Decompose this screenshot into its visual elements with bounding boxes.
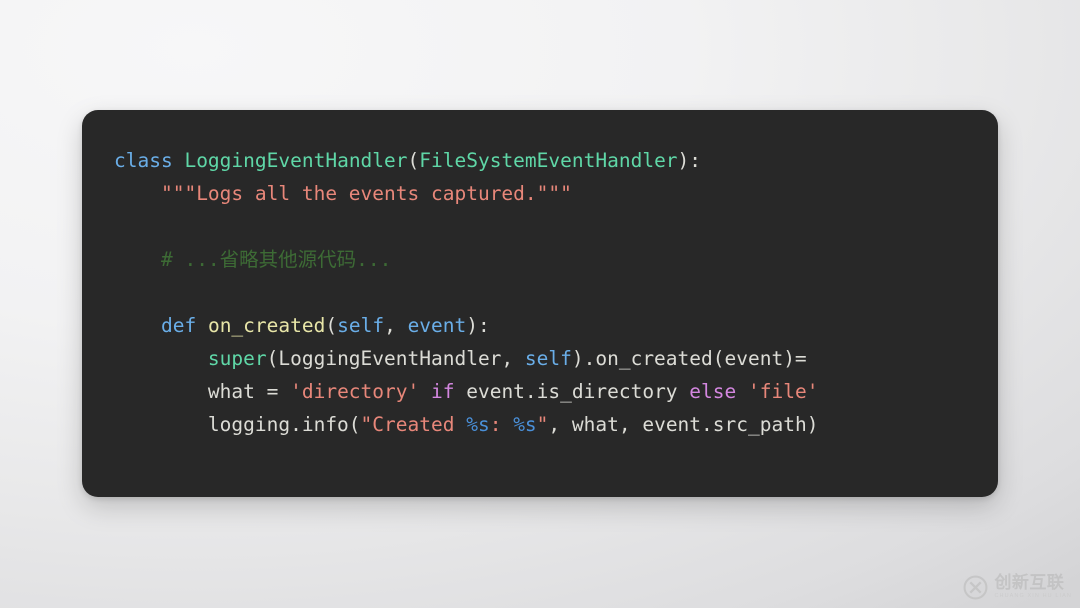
watermark-text-group: 创新互联 CHUANG XIN HU LIAN <box>994 575 1072 600</box>
code-token-plain: ): <box>677 149 702 172</box>
code-line: def on_created(self, event): <box>114 309 980 342</box>
code-snippet-card: class LoggingEventHandler(FileSystemEven… <box>82 110 998 497</box>
code-line: super(LoggingEventHandler, self).on_crea… <box>114 342 980 375</box>
code-token-fn: on_created <box>207 314 326 337</box>
code-line: # ...省略其他源代码... <box>114 243 980 276</box>
code-token-str: """Logs all the events captured.""" <box>160 182 572 205</box>
code-token-op: else <box>689 380 737 403</box>
code-token-str: " <box>536 413 549 436</box>
code-token-cls: super <box>207 347 267 370</box>
code-token-plain: , what, event.src_path) <box>548 413 819 436</box>
circle-x-logo-icon <box>963 575 988 600</box>
watermark-cn-text: 创新互联 <box>994 573 1065 594</box>
code-token-param: self <box>337 314 385 337</box>
code-token-op: if <box>431 380 455 403</box>
code-token-com: # ...省略其他源代码... <box>160 248 392 271</box>
code-line: """Logs all the events captured.""" <box>114 177 980 210</box>
code-token-param: event <box>407 314 467 337</box>
code-token-plain: what = <box>114 380 291 403</box>
code-token-str: 'directory' <box>290 380 420 403</box>
code-token-fmt: %s <box>513 413 537 436</box>
code-token-kw: class <box>114 149 173 172</box>
code-token-plain: event.is_directory <box>454 380 690 403</box>
code-token-kw: def <box>160 314 197 337</box>
code-token-str: 'file' <box>748 380 819 403</box>
watermark: 创新互联 CHUANG XIN HU LIAN <box>963 575 1072 600</box>
code-token-plain: ( <box>407 149 420 172</box>
code-token-cls: LoggingEventHandler <box>184 149 408 172</box>
screenshot-canvas: class LoggingEventHandler(FileSystemEven… <box>0 0 1080 608</box>
code-token-plain: ).on_created(event)= <box>571 347 807 370</box>
watermark-en-text: CHUANG XIN HU LIAN <box>994 593 1072 600</box>
code-token-fmt: %s <box>466 413 490 436</box>
code-line: logging.info("Created %s: %s", what, eve… <box>114 408 980 441</box>
code-token-cls: FileSystemEventHandler <box>419 149 678 172</box>
code-token-plain: , <box>384 314 408 337</box>
code-token-plain: ): <box>466 314 490 337</box>
code-line: what = 'directory' if event.is_directory… <box>114 375 980 408</box>
code-token-plain: (LoggingEventHandler, <box>266 347 525 370</box>
code-token-str: "Created <box>360 413 467 436</box>
code-token-plain: logging.info( <box>114 413 361 436</box>
code-token-plain: ( <box>325 314 338 337</box>
code-token-param: self <box>524 347 572 370</box>
code-block: class LoggingEventHandler(FileSystemEven… <box>114 144 980 441</box>
code-line: class LoggingEventHandler(FileSystemEven… <box>114 144 980 177</box>
code-token-str: : <box>489 413 514 436</box>
